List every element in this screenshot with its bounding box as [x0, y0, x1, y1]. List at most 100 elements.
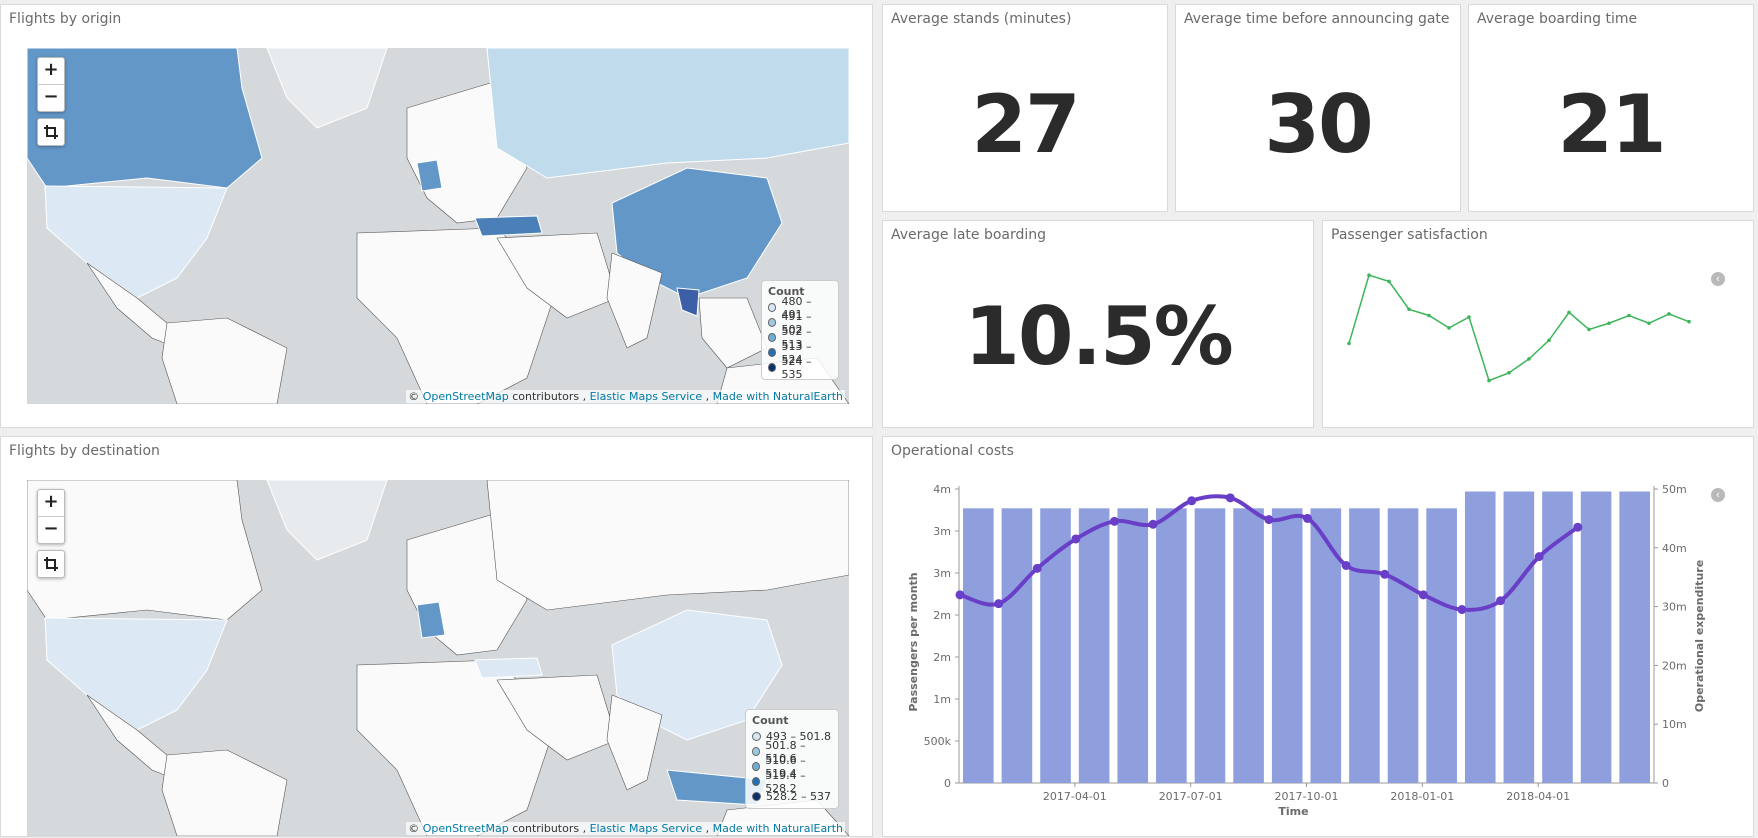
expenditure-point [1225, 493, 1235, 503]
expenditure-point [994, 599, 1004, 609]
metric-panel-late-boarding: Average late boarding 10.5% [882, 220, 1314, 428]
expenditure-point [1341, 560, 1351, 570]
osm-link[interactable]: OpenStreetMap [423, 390, 509, 403]
destination-map[interactable]: + − Count 493 – 501.8 501.8 – 510.6 510.… [27, 480, 849, 836]
legend-title: Count [752, 714, 789, 727]
satisfaction-line [1348, 274, 1690, 382]
satisfaction-point [1507, 371, 1511, 375]
land-usa [44, 617, 228, 731]
satisfaction-point [1407, 307, 1411, 312]
naturalearth-link[interactable]: Made with NaturalEarth [713, 822, 843, 835]
y2-tick-label: 20m [1662, 659, 1687, 672]
satisfaction-point [1687, 319, 1691, 324]
y-tick-label: 3m [933, 567, 951, 580]
crop-icon [44, 125, 58, 139]
satisfaction-point [1487, 378, 1491, 383]
bar [1156, 508, 1187, 783]
crop-icon [44, 557, 58, 571]
crop-button[interactable] [37, 550, 65, 578]
land-greenland [266, 48, 388, 129]
x-tick-label: 2017-07-01 [1159, 790, 1223, 803]
expenditure-point [1457, 605, 1467, 615]
y2-axis-label: Operational expenditure [1693, 560, 1706, 712]
map-legend: Count 480 – 491 491 – 502 502 – 513 513 … [761, 280, 839, 381]
y-tick-label: 2m [933, 651, 951, 664]
bar [1040, 508, 1071, 783]
land-greenland [266, 480, 388, 561]
land-south-america [161, 317, 288, 404]
bar [1001, 508, 1033, 783]
bar [1349, 508, 1380, 783]
y-tick-label: 4m [933, 483, 951, 496]
x-tick-label: 2018-01-01 [1390, 790, 1454, 803]
y2-tick-label: 40m [1662, 542, 1687, 555]
legend-item: 524 – 535 [768, 355, 832, 381]
zoom-in-button[interactable]: + [38, 58, 64, 84]
y-tick-label: 2m [933, 609, 951, 622]
satisfaction-point [1607, 321, 1611, 326]
y-tick-label: 0 [944, 777, 951, 790]
zoom-controls: + − [37, 57, 65, 112]
metric-value: 30 [1264, 78, 1373, 171]
y2-tick-label: 10m [1662, 718, 1687, 731]
land-south-america [161, 749, 288, 836]
origin-map[interactable]: + − Count 480 – 491 491 – 502 502 – 513 … [27, 48, 849, 404]
metric-panel-boarding: Average boarding time 21 [1468, 4, 1754, 212]
bar [1580, 491, 1612, 783]
satisfaction-point [1527, 357, 1531, 361]
land-thailand [676, 287, 700, 317]
naturalearth-link[interactable]: Made with NaturalEarth [713, 390, 843, 403]
metric-title: Average boarding time [1477, 11, 1638, 27]
legend-swatch [768, 318, 777, 327]
metric-value: 21 [1557, 78, 1666, 171]
operational-costs-panel: Operational costs ‹ 0 500k 1m 2m 2m 3m 3m 4m 0 10… [882, 436, 1754, 837]
crop-button[interactable] [37, 118, 65, 146]
bar [1426, 508, 1457, 783]
land-se-asia [698, 297, 768, 369]
map-attribution: © OpenStreetMap contributors , Elastic M… [406, 390, 845, 403]
satisfaction-point [1547, 338, 1551, 343]
expenditure-point [955, 590, 965, 600]
osm-link[interactable]: OpenStreetMap [423, 822, 509, 835]
land-turkey [474, 215, 543, 237]
world-map-background [27, 480, 849, 836]
legend-swatch [752, 732, 761, 741]
legend-swatch [752, 792, 761, 801]
y-axis-label: Passengers per month [907, 572, 920, 711]
expenditure-point [1496, 596, 1506, 606]
satisfaction-sparkline [1347, 273, 1691, 383]
zoom-in-button[interactable]: + [38, 490, 64, 516]
x-tick-label: 2018-04-01 [1506, 790, 1570, 803]
satisfaction-point [1427, 313, 1431, 318]
expenditure-point [1187, 496, 1197, 506]
zoom-controls: + − [37, 489, 65, 544]
expenditure-point [1264, 515, 1274, 525]
zoom-out-button[interactable]: − [38, 84, 64, 111]
legend-swatch [768, 348, 777, 357]
ems-link[interactable]: Elastic Maps Service [590, 822, 703, 835]
y2-tick-label: 50m [1662, 483, 1687, 496]
satisfaction-point [1567, 310, 1571, 315]
satisfaction-point [1667, 312, 1671, 316]
metric-panel-stands: Average stands (minutes) 27 [882, 4, 1168, 212]
metric-value: 27 [971, 78, 1080, 171]
land-russia [486, 48, 849, 179]
operational-costs-chart: 0 500k 1m 2m 2m 3m 3m 4m 0 10m 20m 30m 40m 50m 2017-04… [907, 483, 1706, 818]
satisfaction-point [1447, 326, 1451, 330]
satisfaction-point [1627, 313, 1631, 318]
bar [1310, 508, 1342, 783]
map-attribution: © OpenStreetMap contributors , Elastic M… [406, 822, 845, 835]
ems-link[interactable]: Elastic Maps Service [590, 390, 703, 403]
expenditure-point [1534, 552, 1544, 562]
bar [1117, 508, 1149, 783]
zoom-out-button[interactable]: − [38, 516, 64, 543]
legend-swatch [752, 747, 761, 756]
y-tick-label: 1m [933, 693, 951, 706]
bar [1194, 508, 1226, 783]
bar [1464, 491, 1496, 783]
satisfaction-point [1367, 273, 1371, 277]
expenditure-point [1418, 590, 1428, 600]
bar [1503, 491, 1535, 783]
expenditure-point [1303, 513, 1312, 523]
bar [1271, 508, 1303, 783]
